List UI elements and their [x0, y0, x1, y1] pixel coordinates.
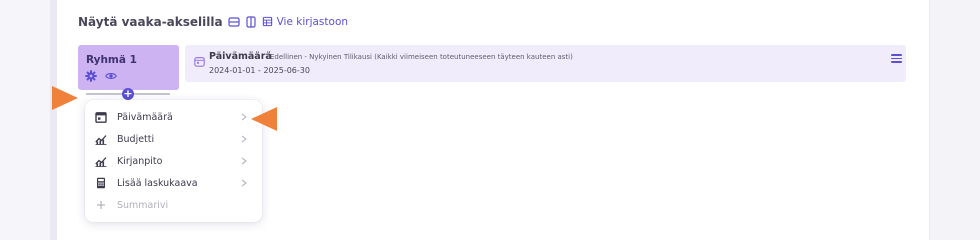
section-title: Näytä vaaka-akselilla — [78, 15, 223, 29]
chevron-right-icon — [241, 113, 247, 121]
menu-item-label: Päivämäärä — [117, 111, 173, 123]
calculator-icon — [95, 177, 107, 189]
date-filter-description: Edellinen - Nykyinen Tilikausi (Kaikki v… — [270, 53, 573, 61]
right-edge — [929, 0, 980, 240]
menu-item-label: Lisää laskukaava — [117, 177, 198, 189]
left-sidebar-edge — [0, 0, 56, 240]
menu-item-budget[interactable]: Budjetti — [85, 128, 262, 150]
library-icon — [262, 16, 274, 28]
annotation-arrow-pointer — [251, 107, 277, 131]
plus-icon — [95, 199, 107, 211]
gear-icon[interactable] — [85, 70, 97, 82]
add-item-dropdown: Päivämäärä Budjetti Kirjanpito Lisää las… — [85, 100, 262, 222]
menu-item-bookkeeping[interactable]: Kirjanpito — [85, 150, 262, 172]
menu-item-label: Summarivi — [117, 199, 169, 211]
eye-icon[interactable] — [105, 70, 117, 82]
date-filter-row[interactable]: Päivämäärä Edellinen - Nykyinen Tilikaus… — [185, 45, 906, 82]
axis-section-header: Näytä vaaka-akselilla Vie kirjastoon — [78, 13, 348, 31]
chart-icon — [95, 155, 107, 167]
add-item-button[interactable]: + — [122, 88, 134, 100]
menu-item-date[interactable]: Päivämäärä — [85, 106, 262, 128]
group-name: Ryhmä 1 — [86, 54, 137, 66]
group-card[interactable]: Ryhmä 1 — [78, 45, 179, 90]
date-filter-range: 2024-01-01 - 2025-06-30 — [209, 66, 310, 75]
menu-item-label: Kirjanpito — [117, 155, 163, 167]
chevron-right-icon — [241, 179, 247, 187]
chevron-right-icon — [241, 135, 247, 143]
calendar-icon — [95, 111, 107, 123]
menu-item-summary-row[interactable]: Summarivi — [85, 194, 262, 216]
hamburger-menu-icon[interactable] — [891, 54, 902, 63]
annotation-arrow-pointer — [52, 86, 78, 110]
vertical-layout-icon[interactable] — [245, 16, 257, 28]
menu-item-label: Budjetti — [117, 133, 155, 145]
horizontal-layout-icon[interactable] — [227, 16, 240, 28]
chart-icon — [95, 133, 107, 145]
export-to-library-label: Vie kirjastoon — [276, 16, 349, 28]
menu-item-add-formula[interactable]: Lisää laskukaava — [85, 172, 262, 194]
date-filter-title: Päivämäärä — [209, 51, 272, 62]
export-to-library-link[interactable]: Vie kirjastoon — [262, 16, 348, 28]
calendar-icon — [194, 52, 205, 67]
chevron-right-icon — [241, 157, 247, 165]
